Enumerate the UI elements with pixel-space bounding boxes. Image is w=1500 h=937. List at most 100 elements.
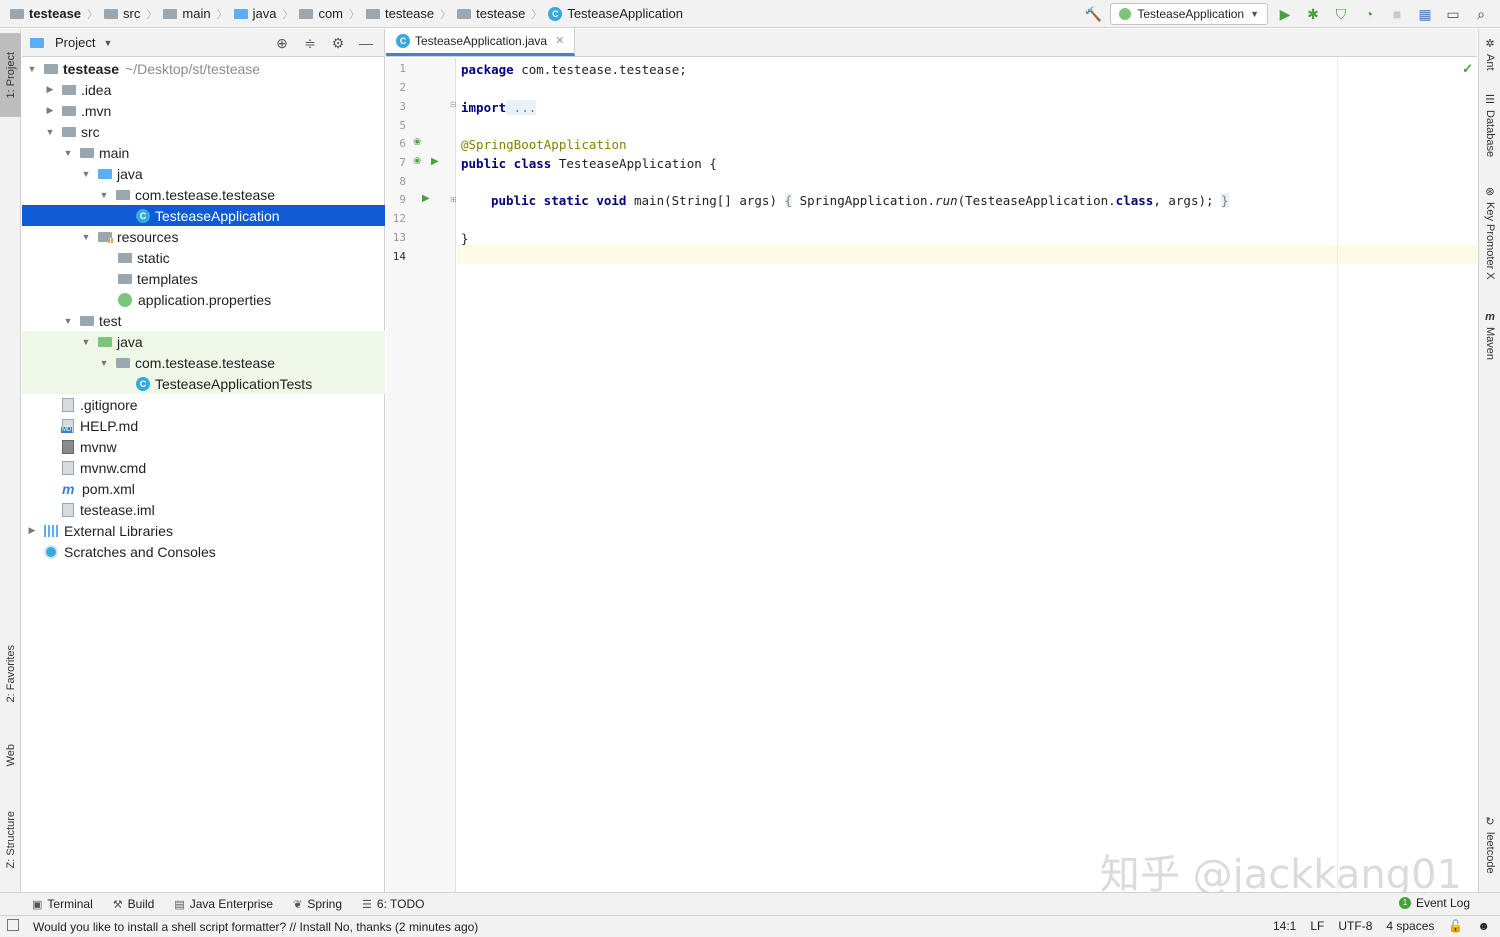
tree-item-testease-application[interactable]: C TesteaseApplication (22, 205, 385, 226)
tree-item-testease-application-tests[interactable]: C TesteaseApplicationTests (22, 373, 385, 394)
tree-item-scratches[interactable]: Scratches and Consoles (22, 541, 385, 562)
tree-item-mvnw[interactable]: mvnw (22, 436, 385, 457)
coverage-icon[interactable]: ⛉ (1330, 3, 1352, 25)
toggle-tool-windows-icon[interactable] (7, 919, 19, 931)
run-configuration-select[interactable]: TesteaseApplication ▼ (1110, 3, 1268, 25)
stop-icon[interactable]: ■ (1386, 3, 1408, 25)
tree-item-templates[interactable]: templates (22, 268, 385, 289)
profile-icon[interactable]: ◔ (1358, 3, 1380, 25)
folded-imports[interactable]: ... (506, 100, 537, 115)
tool-tab-event-log[interactable]: 1 Event Log (1398, 896, 1470, 910)
spring-bean-icon[interactable]: ❀ (413, 156, 421, 167)
expanded-arrow-icon[interactable]: ▼ (80, 337, 92, 347)
tool-tab-database[interactable]: ☰ Database (1479, 93, 1500, 157)
tree-item-help-md[interactable]: HELP.md (22, 415, 385, 436)
breadcrumb-item-src[interactable]: src 〉 (104, 0, 163, 28)
expanded-arrow-icon[interactable]: ▼ (80, 232, 92, 242)
hide-minus-icon[interactable]: — (356, 32, 376, 54)
tool-tab-java-enterprise[interactable]: ▤ Java Enterprise (174, 897, 273, 911)
tool-tab-key-promoter[interactable]: ⊛ Key Promoter X (1479, 185, 1500, 280)
run-icon[interactable]: ▶ (1274, 3, 1296, 25)
tree-item-pom-xml[interactable]: m pom.xml (22, 478, 385, 499)
run-gutter-icon[interactable]: ▶ (431, 156, 439, 167)
window-layout-icon[interactable]: ▭ (1442, 3, 1464, 25)
breadcrumb-item-testease[interactable]: testease 〉 (366, 0, 457, 28)
breadcrumb-item-java[interactable]: java 〉 (233, 0, 300, 28)
collapse-all-icon[interactable]: ≑ (300, 32, 320, 54)
tree-item-testease[interactable]: ▼ testease ~/Desktop/st/testease (22, 58, 385, 79)
tree-item-main-package[interactable]: ▼ com.testease.testease (22, 184, 385, 205)
status-bar: Would you like to install a shell script… (0, 915, 1500, 937)
tool-tab-build[interactable]: ⚒ Build (113, 897, 155, 911)
expanded-arrow-icon[interactable]: ▼ (62, 148, 74, 158)
locate-target-icon[interactable]: ⊕ (272, 32, 292, 54)
expanded-arrow-icon[interactable]: ▼ (26, 64, 38, 74)
search-icon[interactable]: ⌕ (1470, 3, 1492, 25)
tool-tab-favorites[interactable]: 2: Favorites (0, 631, 21, 717)
expanded-arrow-icon[interactable]: ▼ (62, 316, 74, 326)
lock-icon[interactable]: 🔓 (1448, 919, 1463, 933)
gear-icon[interactable]: ⚙ (328, 32, 348, 54)
spring-bean-icon[interactable]: ❀ (413, 137, 421, 148)
file-encoding[interactable]: UTF-8 (1338, 919, 1372, 933)
breadcrumb-item-project[interactable]: testease 〉 (10, 0, 104, 28)
expanded-arrow-icon[interactable]: ▼ (98, 358, 110, 368)
folded-method-close[interactable]: } (1221, 193, 1229, 208)
tool-tab-leetcode[interactable]: ↻ leetcode (1479, 815, 1500, 874)
breadcrumb-item-main[interactable]: main 〉 (163, 0, 233, 28)
tree-item-testease-iml[interactable]: testease.iml (22, 499, 385, 520)
tool-tab-ant[interactable]: ✲ Ant (1479, 37, 1500, 71)
tree-item-test-package[interactable]: ▼ com.testease.testease (22, 352, 385, 373)
tree-item-static[interactable]: static (22, 247, 385, 268)
tree-item-external-libraries[interactable]: ▶ External Libraries (22, 520, 385, 541)
tree-item-mvn[interactable]: ▶ .mvn (22, 100, 385, 121)
caret-position[interactable]: 14:1 (1273, 919, 1296, 933)
tool-tab-structure[interactable]: Z: Structure (0, 795, 21, 885)
tool-tab-maven[interactable]: m Maven (1479, 311, 1500, 360)
tool-tab-terminal[interactable]: ▣ Terminal (32, 897, 93, 911)
collapsed-arrow-icon[interactable]: ▶ (44, 84, 56, 95)
expanded-arrow-icon[interactable]: ▼ (98, 190, 110, 200)
collapsed-arrow-icon[interactable]: ▶ (44, 105, 56, 116)
tool-tab-web[interactable]: Web (0, 729, 21, 781)
tree-item-resources[interactable]: ▼ resources (22, 226, 385, 247)
inspection-ok-icon[interactable]: ✓ (1462, 61, 1473, 77)
tool-tab-todo[interactable]: ☰ 6: TODO (362, 897, 424, 911)
breadcrumb-item-com[interactable]: com 〉 (299, 0, 366, 28)
breadcrumb-item-testease-2[interactable]: testease 〉 (457, 0, 548, 28)
tree-item-test[interactable]: ▼ test (22, 310, 385, 331)
fold-marker-icon[interactable]: ⊞ (450, 195, 457, 204)
code-area[interactable]: package com.testease.testease; import ..… (461, 58, 1477, 892)
debug-bug-icon[interactable]: ✱ (1302, 3, 1324, 25)
tool-tab-spring[interactable]: ❦ Spring (293, 897, 342, 911)
editor-tab-testease-application[interactable]: C TesteaseApplication.java ✕ (386, 28, 576, 56)
folded-method-open[interactable]: { (784, 193, 793, 208)
tree-item-idea[interactable]: ▶ .idea (22, 79, 385, 100)
collapsed-arrow-icon[interactable]: ▶ (26, 525, 38, 536)
spring-leaf-icon: ❦ (293, 898, 303, 911)
expanded-arrow-icon[interactable]: ▼ (44, 127, 56, 137)
project-structure-icon[interactable]: ▦ (1414, 3, 1436, 25)
indent-setting[interactable]: 4 spaces (1386, 919, 1434, 933)
tree-item-src[interactable]: ▼ src (22, 121, 385, 142)
status-message[interactable]: Would you like to install a shell script… (33, 920, 478, 934)
tree-item-test-java[interactable]: ▼ java (22, 331, 385, 352)
tree-item-main[interactable]: ▼ main (22, 142, 385, 163)
breadcrumb-item-class[interactable]: C TesteaseApplication (548, 0, 683, 28)
run-gutter-icon[interactable]: ▶ (422, 193, 430, 204)
dropdown-arrow-icon[interactable]: ▼ (103, 38, 112, 48)
project-view-selector[interactable]: Project (55, 35, 95, 50)
tree-item-mvnw-cmd[interactable]: mvnw.cmd (22, 457, 385, 478)
tree-item-main-java[interactable]: ▼ java (22, 163, 385, 184)
line-number: 12 (392, 212, 406, 225)
close-icon[interactable]: ✕ (555, 34, 564, 47)
memory-indicator-icon[interactable]: ☻ (1477, 919, 1490, 933)
expanded-arrow-icon[interactable]: ▼ (80, 169, 92, 179)
fold-marker-icon[interactable]: ⊟ (450, 100, 457, 109)
class-icon: C (548, 6, 563, 21)
line-separator[interactable]: LF (1310, 919, 1324, 933)
tool-tab-project[interactable]: 1: Project (0, 33, 21, 117)
tree-item-application-properties[interactable]: application.properties (22, 289, 385, 310)
build-hammer-icon[interactable]: 🔨 (1082, 3, 1104, 25)
tree-item-gitignore[interactable]: .gitignore (22, 394, 385, 415)
